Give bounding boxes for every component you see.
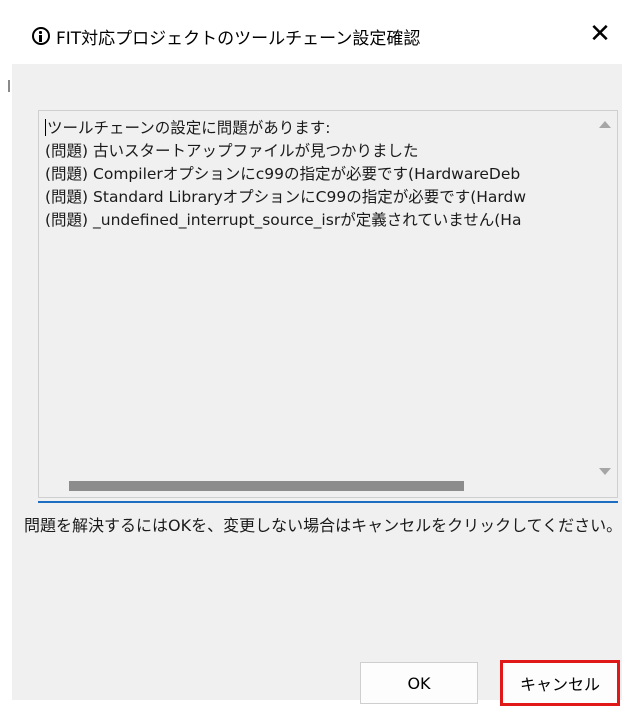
details-line: ツールチェーンの設定に問題があります: (45, 119, 331, 137)
cancel-button[interactable]: キャンセル (500, 660, 620, 706)
details-line: (問題) Compilerオプションにc99の指定が必要です(HardwareD… (45, 165, 521, 183)
close-button[interactable]: ✕ (578, 14, 622, 54)
dialog-content: ツールチェーンの設定に問題があります: (問題) 古いスタートアップファイルが見… (12, 64, 622, 706)
chevron-up-icon[interactable] (599, 121, 611, 128)
ok-button[interactable]: OK (360, 662, 478, 704)
dialog-title: FIT対応プロジェクトのツールチェーン設定確認 (56, 29, 421, 49)
background-window-edge (0, 0, 12, 700)
details-line: (問題) Standard LibraryオプションにC99の指定が必要です(H… (45, 188, 527, 206)
details-line: (問題) _undefined_interrupt_source_isrが定義さ… (45, 211, 522, 229)
close-icon: ✕ (589, 19, 611, 49)
dialog-window: FIT対応プロジェクトのツールチェーン設定確認 ✕ ツールチェーンの設定に問題が… (0, 0, 622, 706)
instruction-text: 問題を解決するにはOKを、変更しない場合はキャンセルをクリックしてください。 (24, 516, 622, 535)
info-icon (32, 27, 50, 45)
details-text: ツールチェーンの設定に問題があります: (問題) 古いスタートアップファイルが見… (45, 117, 577, 417)
background-edge-mark (8, 80, 10, 92)
textarea-focus-underline (38, 501, 618, 503)
title-bar[interactable]: FIT対応プロジェクトのツールチェーン設定確認 ✕ (12, 0, 622, 64)
chevron-down-icon[interactable] (599, 468, 611, 475)
horizontal-scrollbar-thumb[interactable] (69, 481, 464, 491)
text-caret (45, 119, 46, 136)
details-line: (問題) 古いスタートアップファイルが見つかりました (45, 142, 419, 160)
details-textarea[interactable]: ツールチェーンの設定に問題があります: (問題) 古いスタートアップファイルが見… (38, 110, 618, 498)
